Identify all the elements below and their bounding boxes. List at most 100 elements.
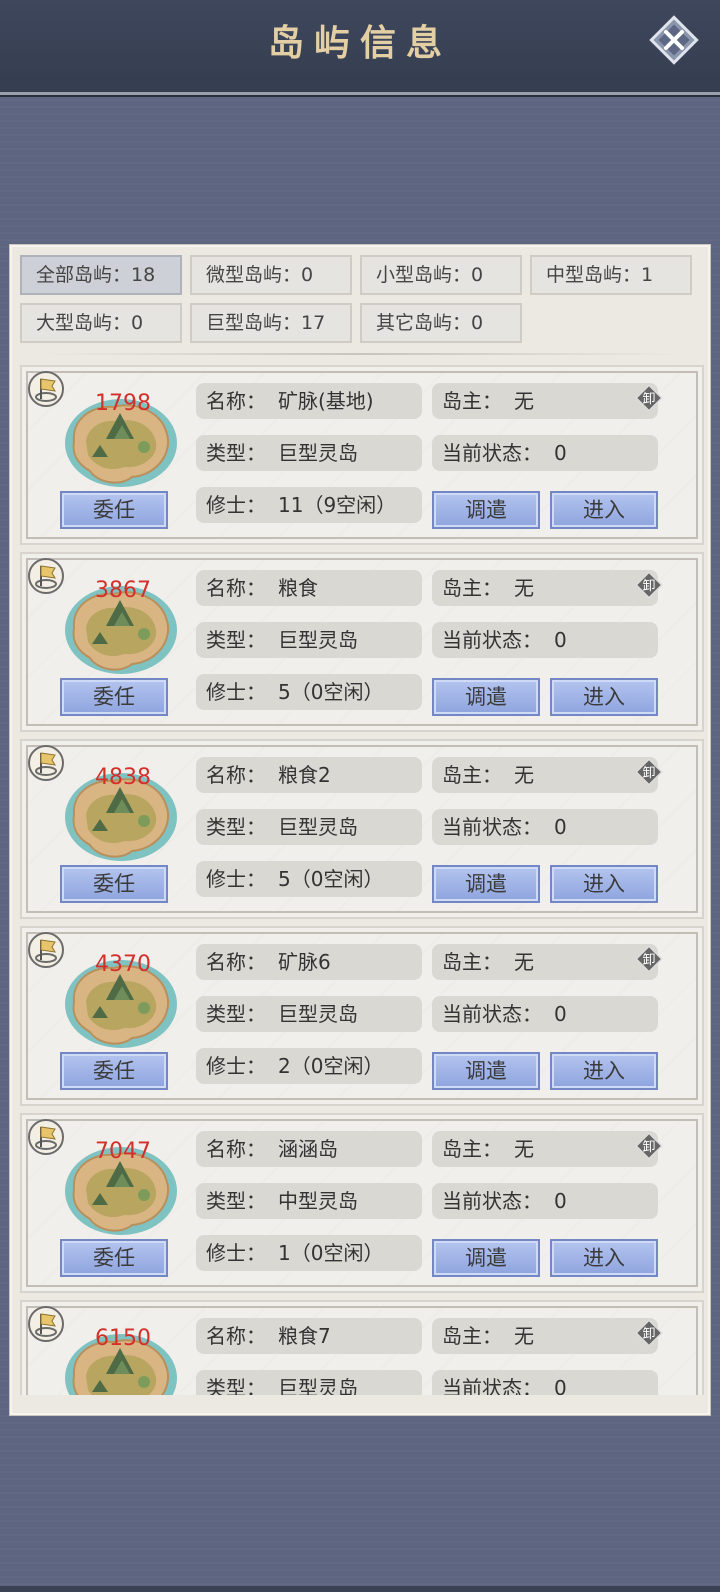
flag-icon[interactable]: [26, 556, 66, 596]
status-value: 0: [554, 628, 567, 652]
island-card: 3867 名称： 粮食 岛主：无 卸 类型： 巨型灵岛 当前状态： 0 委任 修…: [20, 552, 704, 732]
island-card: 1798 名称： 矿脉(基地) 岛主： 无 卸 类型： 巨型灵岛 当前状态： 0: [20, 365, 704, 545]
appoint-button[interactable]: 委任: [60, 1052, 168, 1090]
owner-field: 岛主： 无: [432, 383, 658, 419]
appoint-button[interactable]: 委任: [60, 865, 168, 903]
type-value: 巨型灵岛: [278, 1376, 358, 1395]
status-key: 当前状态：: [442, 815, 542, 839]
island-card: 4838 名称： 粮食2 岛主：无 卸 类型： 巨型灵岛 当前状态： 0 委任 …: [20, 739, 704, 919]
card-frame: 6150 名称： 粮食7 岛主： 无 卸 类型： 巨型灵岛 当前状态： 0: [26, 1306, 698, 1395]
unload-button[interactable]: 卸: [634, 1131, 664, 1161]
island-card: 4370 名称： 矿脉6 岛主：无 卸 类型： 巨型灵岛 当前状态： 0 委任 …: [20, 926, 704, 1106]
name-field: 名称： 矿脉(基地): [196, 383, 422, 419]
unload-button[interactable]: 卸: [634, 570, 664, 600]
owner-value: 无: [514, 1324, 534, 1348]
dispatch-button[interactable]: 调遣: [432, 678, 540, 716]
unload-button[interactable]: 卸: [634, 383, 664, 413]
island-id: 3867: [95, 578, 151, 603]
name-value: 粮食2: [278, 763, 331, 787]
name-key: 名称：: [206, 1324, 266, 1348]
enter-button[interactable]: 进入: [550, 491, 658, 529]
flag-icon[interactable]: [26, 1304, 66, 1344]
owner-key: 岛主：: [442, 763, 502, 787]
cultivator-value: 2（0空闲）: [278, 1054, 384, 1078]
owner-value: 无: [514, 950, 534, 974]
name-key: 名称：: [206, 763, 266, 787]
status-field: 当前状态： 0: [432, 996, 658, 1032]
card-frame: 4838 名称： 粮食2 岛主：无 卸 类型： 巨型灵岛 当前状态： 0 委任 …: [26, 745, 698, 913]
flag-icon[interactable]: [26, 930, 66, 970]
type-value: 巨型灵岛: [278, 1002, 358, 1026]
unload-button[interactable]: 卸: [634, 944, 664, 974]
type-key: 类型：: [206, 1376, 266, 1395]
unload-label: 卸: [642, 1139, 655, 1155]
cultivator-field: 修士： 11（9空闲）: [196, 487, 422, 523]
flag-icon[interactable]: [26, 369, 66, 409]
status-key: 当前状态：: [442, 628, 542, 652]
type-key: 类型：: [206, 1002, 266, 1026]
cultivator-key: 修士：: [206, 680, 266, 704]
unload-label: 卸: [642, 578, 655, 594]
dispatch-button[interactable]: 调遣: [432, 865, 540, 903]
island-id: 6150: [95, 1326, 151, 1351]
type-field: 类型： 巨型灵岛: [196, 1370, 422, 1395]
enter-button[interactable]: 进入: [550, 1239, 658, 1277]
cultivator-key: 修士：: [206, 867, 266, 891]
owner-value: 无: [514, 576, 534, 600]
type-field: 类型： 巨型灵岛: [196, 996, 422, 1032]
cultivator-key: 修士：: [206, 1054, 266, 1078]
filter-micro[interactable]: 微型岛屿：0: [190, 255, 352, 295]
type-key: 类型：: [206, 1189, 266, 1213]
unload-button[interactable]: 卸: [634, 757, 664, 787]
card-frame: 1798 名称： 矿脉(基地) 岛主： 无 卸 类型： 巨型灵岛 当前状态： 0: [26, 371, 698, 539]
owner-key: 岛主：: [442, 1324, 502, 1348]
island-id: 4838: [95, 765, 151, 790]
appoint-button[interactable]: 委任: [60, 1239, 168, 1277]
filter-other[interactable]: 其它岛屿：0: [360, 303, 522, 343]
dispatch-button[interactable]: 调遣: [432, 491, 540, 529]
name-value: 粮食7: [278, 1324, 331, 1348]
name-value: 矿脉(基地): [278, 389, 374, 413]
island-list[interactable]: 1798 名称： 矿脉(基地) 岛主： 无 卸 类型： 巨型灵岛 当前状态： 0: [20, 365, 704, 1395]
type-field: 类型： 中型灵岛: [196, 1183, 422, 1219]
close-button[interactable]: [648, 14, 700, 66]
name-field: 名称： 矿脉6: [196, 944, 422, 980]
appoint-button[interactable]: 委任: [60, 678, 168, 716]
enter-button[interactable]: 进入: [550, 678, 658, 716]
type-value: 中型灵岛: [278, 1189, 358, 1213]
owner-field: 岛主： 无: [432, 1318, 658, 1354]
filter-huge[interactable]: 巨型岛屿：17: [190, 303, 352, 343]
status-value: 0: [554, 1376, 567, 1395]
unload-label: 卸: [642, 391, 655, 407]
filter-small[interactable]: 小型岛屿：0: [360, 255, 522, 295]
filter-medium[interactable]: 中型岛屿：1: [530, 255, 692, 295]
enter-button[interactable]: 进入: [550, 865, 658, 903]
card-frame: 7047 名称： 涵涵岛 岛主：无 卸 类型： 中型灵岛 当前状态： 0 委任 …: [26, 1119, 698, 1287]
flag-icon[interactable]: [26, 1117, 66, 1157]
dispatch-button[interactable]: 调遣: [432, 1239, 540, 1277]
type-key: 类型：: [206, 628, 266, 652]
status-key: 当前状态：: [442, 1376, 542, 1395]
type-field: 类型： 巨型灵岛: [196, 809, 422, 845]
name-key: 名称：: [206, 1137, 266, 1161]
type-key: 类型：: [206, 441, 266, 465]
owner-value: 无: [514, 763, 534, 787]
name-value: 涵涵岛: [278, 1137, 338, 1161]
filter-large[interactable]: 大型岛屿：0: [20, 303, 182, 343]
dispatch-button[interactable]: 调遣: [432, 1052, 540, 1090]
filter-all[interactable]: 全部岛屿：18: [20, 255, 182, 295]
appoint-button[interactable]: 委任: [60, 491, 168, 529]
cultivator-field: 修士： 1（0空闲）: [196, 1235, 422, 1271]
unload-button[interactable]: 卸: [634, 1318, 664, 1348]
status-value: 0: [554, 441, 567, 465]
name-field: 名称： 涵涵岛: [196, 1131, 422, 1167]
type-value: 巨型灵岛: [278, 628, 358, 652]
unload-label: 卸: [642, 765, 655, 781]
island-card: 6150 名称： 粮食7 岛主： 无 卸 类型： 巨型灵岛 当前状态： 0: [20, 1300, 704, 1395]
divider: [42, 353, 682, 355]
flag-icon[interactable]: [26, 743, 66, 783]
enter-button[interactable]: 进入: [550, 1052, 658, 1090]
status-field: 当前状态： 0: [432, 1370, 658, 1395]
status-field: 当前状态： 0: [432, 435, 658, 471]
type-field: 类型： 巨型灵岛: [196, 622, 422, 658]
